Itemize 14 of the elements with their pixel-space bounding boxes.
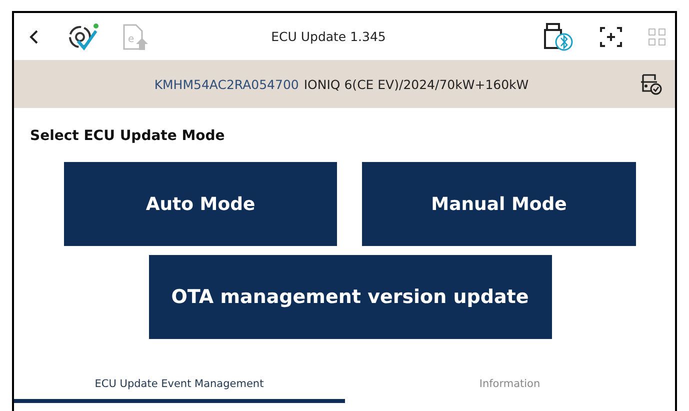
tab[interactable]: ECU Update Event Management (14, 369, 344, 403)
gear-check-icon[interactable] (66, 22, 100, 52)
scan-icon[interactable] (599, 26, 623, 48)
window-title: ECU Update 1.345 (270, 29, 387, 44)
section-heading: Select ECU Update Mode (30, 128, 226, 144)
mode-button[interactable]: Auto Mode (64, 162, 337, 246)
car-check-icon[interactable] (639, 72, 663, 96)
mode-button[interactable]: Manual Mode (362, 162, 636, 246)
mode-button[interactable]: OTA management version update (148, 255, 552, 339)
tab[interactable]: Information (344, 369, 675, 403)
vehicle-description: IONIQ 6(CE EV)/2024/70kW+160kW (304, 76, 529, 92)
back-button[interactable] (28, 28, 40, 44)
bluetooth-adapter-icon[interactable] (541, 22, 575, 52)
vin-text: KMHM54AC2RA054700 (154, 76, 299, 92)
